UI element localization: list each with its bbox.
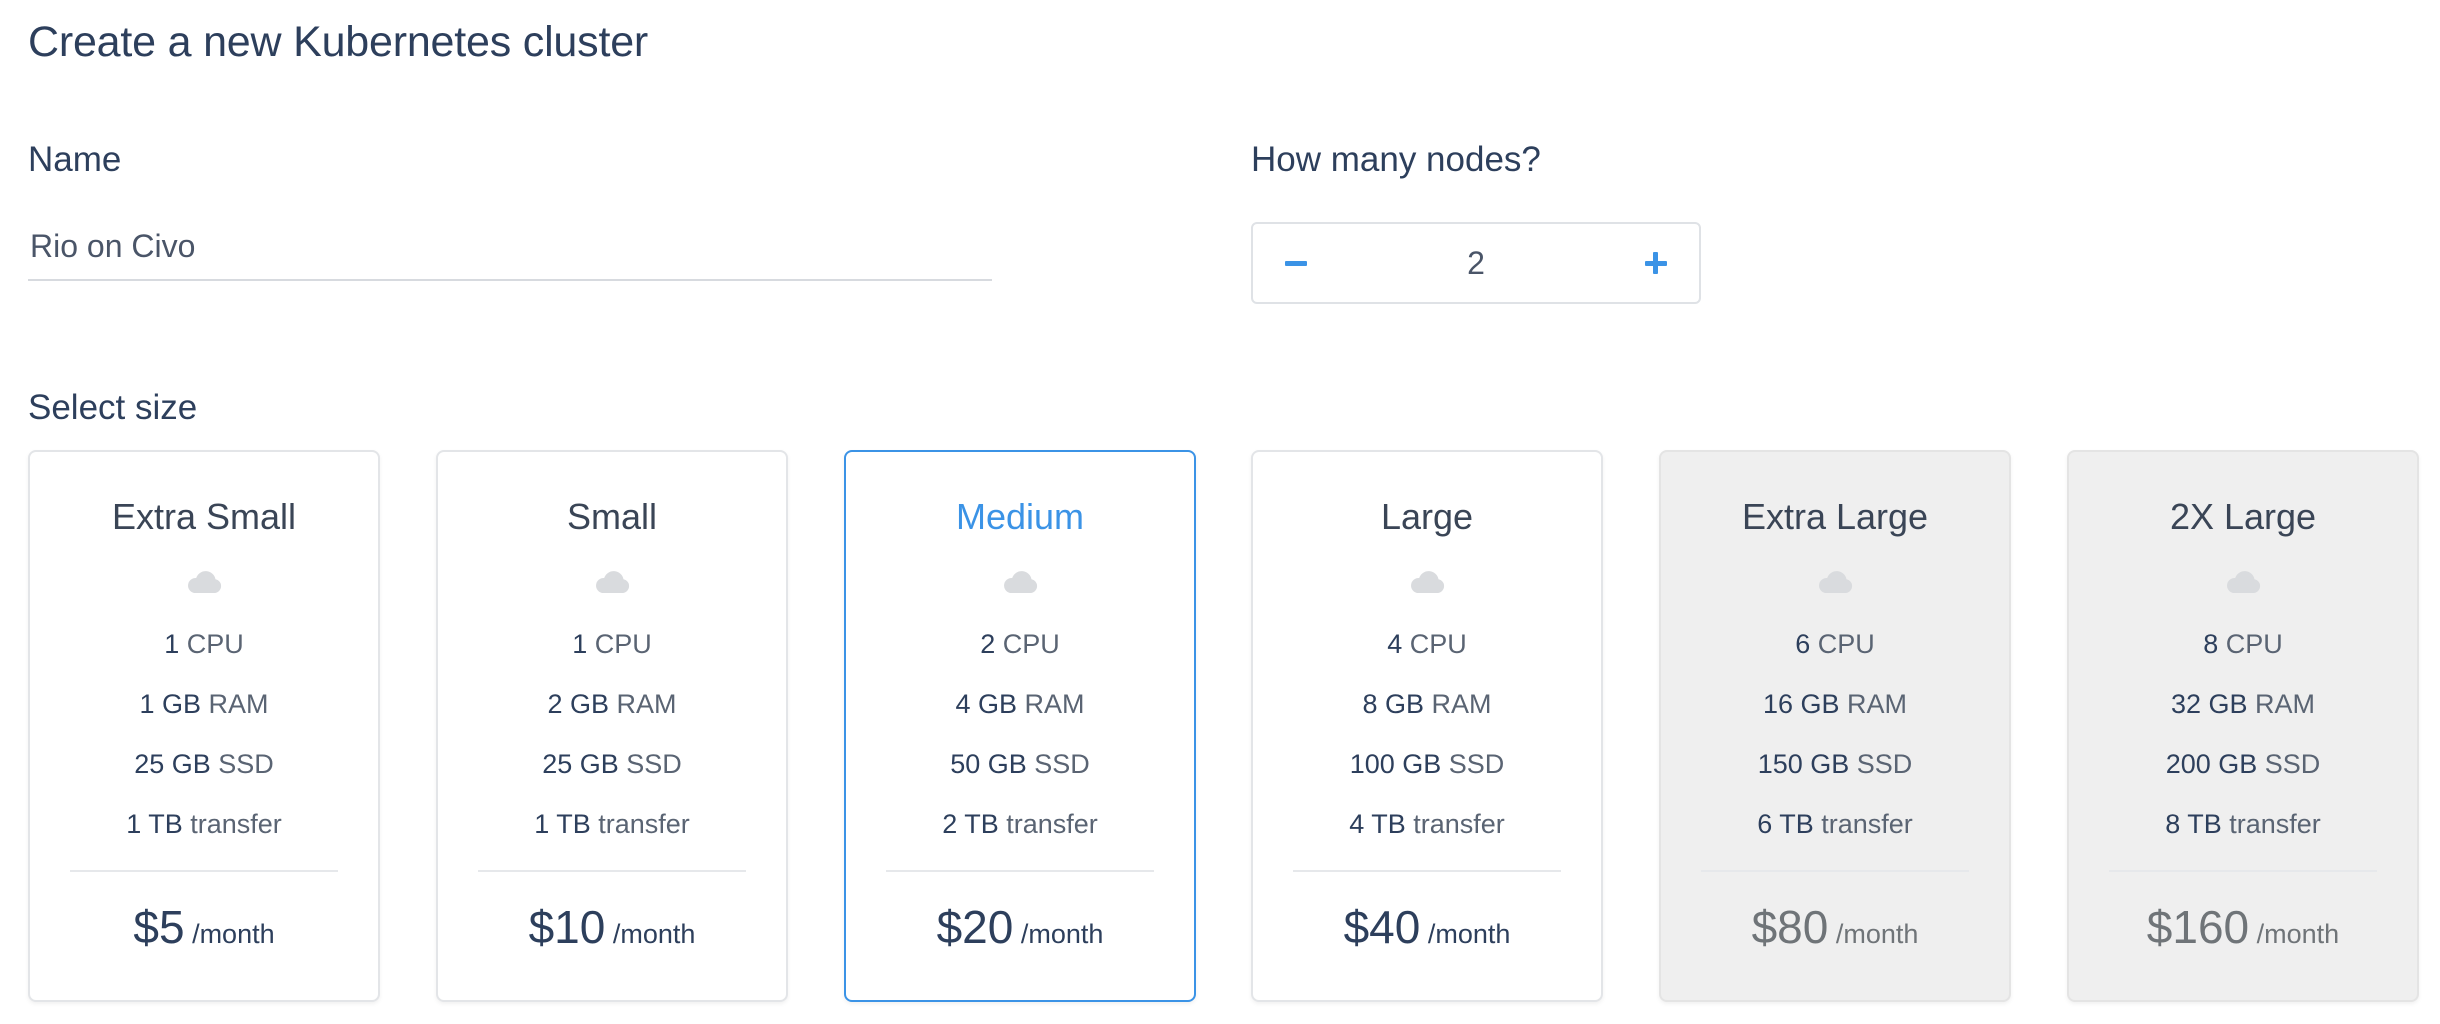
minus-icon (1285, 260, 1307, 266)
node-count-value: 2 (1467, 244, 1485, 281)
nodes-label: How many nodes? (1251, 140, 1541, 179)
spec-ram: 1 GB RAM (139, 689, 269, 719)
spec-cpu: 1 CPU (572, 629, 652, 659)
cloud-icon (1004, 571, 1038, 593)
card-divider (2109, 870, 2377, 872)
price: $40 /month (1343, 901, 1511, 953)
spec-ram: 4 GB RAM (955, 689, 1085, 719)
price: $10 /month (528, 901, 696, 953)
size-card-large[interactable]: Large 4 CPU 8 GB RAM 100 GB SSD 4 TB tra… (1251, 450, 1603, 1002)
cloud-icon (188, 571, 222, 593)
size-card-title: Extra Large (1741, 496, 1929, 537)
size-card-extra-small[interactable]: Extra Small 1 CPU 1 GB RAM 25 GB SSD 1 T… (28, 450, 380, 1002)
price: $20 /month (936, 901, 1104, 953)
cloud-icon (1411, 571, 1445, 593)
price: $80 /month (1751, 901, 1919, 953)
spec-ssd: 100 GB SSD (1349, 749, 1505, 779)
spec-transfer: 8 TB transfer (2165, 809, 2321, 839)
price: $5 /month (133, 901, 275, 953)
spec-cpu: 4 CPU (1387, 629, 1467, 659)
spec-transfer: 6 TB transfer (1757, 809, 1913, 839)
size-card-title: Medium (955, 496, 1085, 537)
decrease-nodes-button[interactable] (1253, 224, 1339, 302)
size-card-2x-large: 2X Large 8 CPU 32 GB RAM 200 GB SSD 8 TB… (2067, 450, 2419, 1002)
node-count-stepper[interactable]: 2 (1251, 222, 1701, 304)
spec-transfer: 4 TB transfer (1349, 809, 1505, 839)
spec-ram: 16 GB RAM (1762, 689, 1908, 719)
spec-ssd: 50 GB SSD (950, 749, 1090, 779)
price: $160 /month (2146, 901, 2340, 953)
size-card-title: Small (566, 496, 658, 537)
spec-ram: 8 GB RAM (1362, 689, 1492, 719)
spec-ssd: 25 GB SSD (134, 749, 274, 779)
card-divider (478, 870, 746, 872)
spec-ssd: 25 GB SSD (542, 749, 682, 779)
spec-cpu: 6 CPU (1795, 629, 1875, 659)
size-card-small[interactable]: Small 1 CPU 2 GB RAM 25 GB SSD 1 TB tran… (436, 450, 788, 1002)
select-size-label: Select size (28, 388, 198, 427)
size-card-extra-large: Extra Large 6 CPU 16 GB RAM 150 GB SSD 6… (1659, 450, 2011, 1002)
cloud-icon (596, 571, 630, 593)
size-card-medium[interactable]: Medium 2 CPU 4 GB RAM 50 GB SSD 2 TB tra… (844, 450, 1196, 1002)
card-divider (886, 870, 1154, 872)
cloud-icon (2227, 571, 2261, 593)
spec-cpu: 1 CPU (164, 629, 244, 659)
spec-transfer: 1 TB transfer (126, 809, 282, 839)
card-divider (1293, 870, 1561, 872)
spec-cpu: 8 CPU (2203, 629, 2283, 659)
name-input[interactable] (28, 213, 992, 281)
plus-icon (1644, 252, 1667, 274)
spec-ssd: 150 GB SSD (1757, 749, 1913, 779)
size-card-title: 2X Large (2169, 496, 2317, 537)
size-card-title: Extra Small (111, 496, 297, 537)
increase-nodes-button[interactable] (1613, 224, 1699, 302)
spec-ssd: 200 GB SSD (2165, 749, 2321, 779)
page-title: Create a new Kubernetes cluster (28, 18, 649, 66)
spec-ram: 32 GB RAM (2170, 689, 2316, 719)
card-divider (70, 870, 338, 872)
size-card-title: Large (1380, 496, 1474, 537)
spec-cpu: 2 CPU (980, 629, 1060, 659)
card-divider (1701, 870, 1969, 872)
name-label: Name (28, 140, 122, 179)
cloud-icon (1819, 571, 1853, 593)
spec-transfer: 2 TB transfer (942, 809, 1098, 839)
spec-ram: 2 GB RAM (547, 689, 677, 719)
spec-transfer: 1 TB transfer (534, 809, 690, 839)
